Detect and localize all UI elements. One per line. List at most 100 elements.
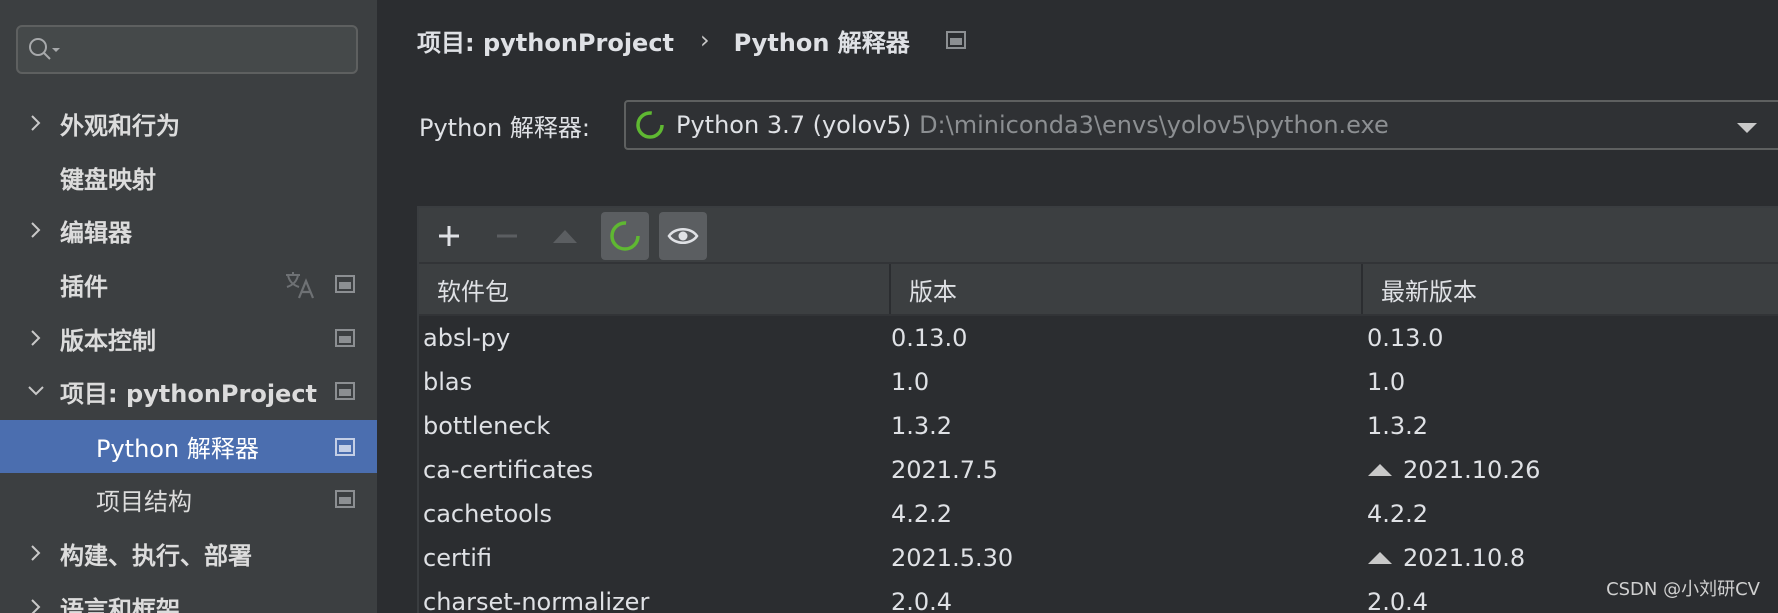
loading-spinner-icon [636, 111, 664, 139]
settings-sidebar: 外观和行为 键盘映射 编辑器 插件 版本控制 项目: pythonProject… [0, 0, 377, 613]
column-header-version[interactable]: 版本 [891, 264, 1363, 314]
breadcrumb-separator: › [700, 26, 710, 54]
settings-content: 项目: pythonProject › Python 解释器 Python 解释… [377, 0, 1778, 613]
add-package-button[interactable] [425, 212, 473, 260]
package-version: 1.3.2 [891, 412, 953, 440]
remove-package-button[interactable] [483, 212, 531, 260]
package-latest: 1.0 [1367, 360, 1405, 404]
project-level-icon [335, 329, 355, 347]
settings-search-input[interactable] [16, 25, 358, 74]
chevron-right-icon[interactable] [26, 113, 46, 133]
sidebar-item-label: 项目: pythonProject [60, 379, 318, 408]
latest-version-text: 2021.10.26 [1403, 456, 1541, 484]
table-row[interactable]: ca-certificates 2021.7.5 2021.10.26 [419, 448, 1778, 492]
project-level-icon [335, 438, 355, 456]
package-latest: 4.2.2 [1367, 492, 1428, 536]
table-row[interactable]: cachetools 4.2.2 4.2.2 [419, 492, 1778, 536]
interpreter-select[interactable]: Python 3.7 (yolov5) D:\miniconda3\envs\y… [624, 100, 1778, 150]
package-name: certifi [423, 544, 493, 572]
loading-spinner-icon [610, 221, 640, 251]
sidebar-item-label: Python 解释器 [96, 435, 259, 463]
latest-version-text: 4.2.2 [1367, 500, 1429, 528]
packages-table-body: absl-py 0.13.0 0.13.0 blas 1.0 1.0 bottl… [419, 316, 1778, 613]
table-row[interactable]: certifi 2021.5.30 2021.10.8 [419, 536, 1778, 580]
package-version: 0.13.0 [891, 324, 968, 352]
sidebar-item-project[interactable]: 项目: pythonProject [0, 366, 377, 416]
latest-version-text: 2021.10.8 [1403, 544, 1526, 572]
package-version: 1.0 [891, 368, 930, 396]
table-row[interactable]: bottleneck 1.3.2 1.3.2 [419, 404, 1778, 448]
package-name: blas [423, 368, 473, 396]
interpreter-path: D:\miniconda3\envs\yolov5\python.exe [919, 111, 1389, 139]
sidebar-item-label: 版本控制 [60, 326, 156, 355]
eye-icon [667, 228, 699, 244]
chevron-right-icon[interactable] [26, 328, 46, 348]
packages-toolbar [419, 208, 1778, 262]
chevron-right-icon[interactable] [26, 597, 46, 613]
breadcrumb-project: 项目: pythonProject [417, 28, 675, 57]
minus-icon [497, 234, 517, 238]
plus-icon [439, 226, 459, 246]
upgrade-available-icon [1368, 464, 1392, 476]
column-header-package[interactable]: 软件包 [419, 264, 891, 314]
package-version: 2021.7.5 [891, 456, 998, 484]
package-name: bottleneck [423, 412, 551, 440]
breadcrumb-current: Python 解释器 [733, 28, 910, 57]
package-version: 2021.5.30 [891, 544, 1014, 572]
sidebar-item-vcs[interactable]: 版本控制 [0, 313, 377, 363]
package-version: 4.2.2 [891, 500, 953, 528]
refresh-button[interactable] [601, 212, 649, 260]
sidebar-item-project-structure[interactable]: 项目结构 [0, 474, 377, 524]
package-version: 2.0.4 [891, 588, 953, 613]
sidebar-item-build[interactable]: 构建、执行、部署 [0, 528, 377, 578]
table-row[interactable]: absl-py 0.13.0 0.13.0 [419, 316, 1778, 360]
sidebar-item-label: 插件 [60, 272, 108, 301]
chevron-right-icon[interactable] [26, 543, 46, 563]
chevron-down-icon[interactable] [26, 381, 46, 401]
watermark: CSDN @小刘研CV [1606, 579, 1760, 600]
latest-version-text: 1.3.2 [1367, 412, 1429, 440]
sidebar-item-label: 键盘映射 [60, 165, 156, 194]
upgrade-package-button[interactable] [541, 212, 589, 260]
search-icon [29, 38, 60, 60]
upgrade-available-icon [1368, 552, 1392, 564]
package-latest: 2021.10.26 [1367, 448, 1540, 492]
project-level-icon [945, 31, 966, 49]
settings-window: 外观和行为 键盘映射 编辑器 插件 版本控制 项目: pythonProject… [0, 0, 1778, 613]
triangle-up-icon [553, 230, 577, 243]
package-latest: 2.0.4 [1367, 580, 1428, 613]
project-level-icon [335, 382, 355, 400]
sidebar-item-label: 语言和框架 [60, 595, 180, 613]
sidebar-item-editor[interactable]: 编辑器 [0, 205, 377, 255]
package-name: charset-normalizer [423, 588, 650, 613]
table-row[interactable]: blas 1.0 1.0 [419, 360, 1778, 404]
project-level-icon [335, 275, 355, 293]
sidebar-item-label: 构建、执行、部署 [60, 541, 252, 570]
breadcrumb: 项目: pythonProject › Python 解释器 [417, 22, 966, 58]
show-early-releases-button[interactable] [659, 212, 707, 260]
packages-table-header: 软件包 版本 最新版本 [419, 262, 1778, 316]
latest-version-text: 0.13.0 [1367, 324, 1444, 352]
sidebar-item-python-interpreter[interactable]: Python 解释器 [0, 420, 377, 473]
chevron-right-icon[interactable] [26, 220, 46, 240]
translate-icon [286, 272, 315, 299]
package-latest: 1.3.2 [1367, 404, 1428, 448]
sidebar-item-label: 项目结构 [96, 487, 192, 516]
interpreter-label: Python 解释器: [419, 114, 590, 142]
packages-panel: 软件包 版本 最新版本 absl-py 0.13.0 0.13.0 blas 1… [417, 206, 1778, 613]
sidebar-item-languages[interactable]: 语言和框架 [0, 582, 377, 613]
package-latest: 2021.10.8 [1367, 536, 1525, 580]
sidebar-item-appearance[interactable]: 外观和行为 [0, 98, 377, 148]
package-name: ca-certificates [423, 456, 594, 484]
sidebar-item-keymap[interactable]: 键盘映射 [0, 152, 377, 202]
sidebar-item-plugins[interactable]: 插件 [0, 259, 377, 309]
package-name: absl-py [423, 324, 511, 352]
sidebar-item-label: 编辑器 [60, 218, 132, 247]
package-latest: 0.13.0 [1367, 316, 1443, 360]
latest-version-text: 2.0.4 [1367, 588, 1429, 613]
project-level-icon [335, 490, 355, 508]
latest-version-text: 1.0 [1367, 368, 1406, 396]
table-row[interactable]: charset-normalizer 2.0.4 2.0.4 [419, 580, 1778, 613]
column-header-latest-version[interactable]: 最新版本 [1363, 264, 1778, 314]
chevron-down-icon[interactable] [1736, 122, 1758, 134]
